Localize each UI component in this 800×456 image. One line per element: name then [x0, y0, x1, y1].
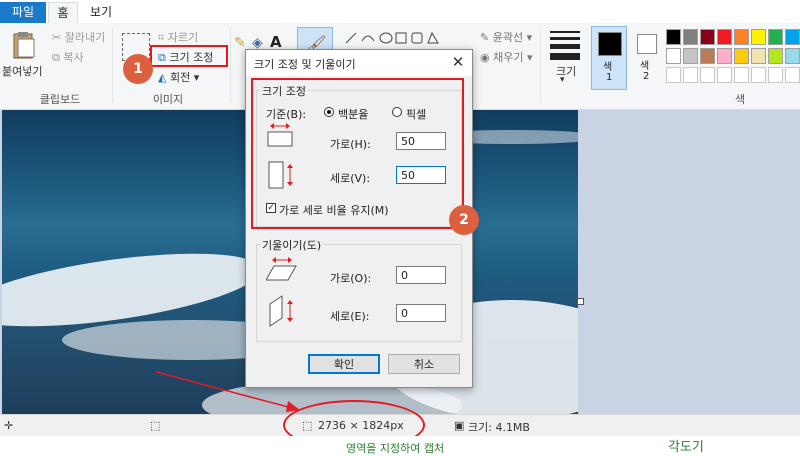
tab-view[interactable]: 보기 [86, 2, 116, 22]
outline-button[interactable]: ✎ 윤곽선 ▾ [480, 29, 532, 45]
vertical-skew-icon [269, 295, 293, 327]
size-dropdown-icon[interactable]: ▾ [560, 75, 565, 85]
selection-size-icon: ⬚ [150, 419, 161, 432]
palette-swatch[interactable] [700, 48, 715, 64]
palette-swatch[interactable] [768, 29, 783, 45]
capture-text: 영역을 지정하여 캡처 [346, 442, 445, 455]
palette-swatch[interactable] [751, 48, 766, 64]
palette-swatch[interactable] [666, 29, 681, 45]
ribbon-separator [540, 27, 541, 103]
rotate-button[interactable]: ◭ 회전 ▾ [158, 69, 199, 85]
resize-skew-dialog: 크기 조정 및 기울이기 ✕ 크기 조정 기준(B): 백분율 픽셀 가로(H)… [245, 49, 473, 388]
color-palette [666, 29, 800, 91]
palette-swatch[interactable] [734, 67, 749, 83]
canvas-resize-handle[interactable] [577, 298, 584, 305]
color1-swatch [598, 32, 622, 56]
color1-button[interactable]: 색 1 [591, 26, 627, 90]
file-size: 크기: 4.1MB [468, 421, 530, 434]
tab-file[interactable]: 파일 [0, 2, 46, 23]
annotation-badge-1: 1 [123, 54, 153, 84]
color2-number: 2 [643, 71, 650, 82]
fill-shape-label: 채우기 [493, 51, 524, 64]
skew-horizontal-label: 가로(O): [330, 272, 372, 285]
palette-swatch[interactable] [666, 48, 681, 64]
palette-swatch[interactable] [717, 67, 732, 83]
palette-swatch[interactable] [734, 29, 749, 45]
ribbon-tab-bar: 파일 홈 보기 [0, 0, 800, 24]
size-lines-icon[interactable] [550, 31, 580, 61]
disk-icon: ▣ [454, 419, 465, 432]
skew-horizontal-input[interactable]: 0 [396, 266, 446, 284]
color2-swatch [637, 34, 657, 54]
background-document: 영역을 지정하여 캡처 각도기 [0, 436, 800, 456]
resize-button[interactable]: ⧉ 크기 조정 [158, 49, 213, 65]
crop-button[interactable]: ⌗ 자르기 [158, 29, 198, 45]
palette-swatch[interactable] [683, 48, 698, 64]
rotate-icon: ◭ [158, 71, 167, 84]
outline-label: 윤곽선 [492, 31, 524, 44]
paste-button[interactable]: 붙여넣기 [2, 63, 42, 79]
palette-swatch[interactable] [734, 48, 749, 64]
outline-icon: ✎ [480, 31, 490, 44]
paste-icon [10, 31, 38, 61]
ok-button[interactable]: 확인 [308, 354, 380, 374]
palette-swatch[interactable] [700, 67, 715, 83]
color2-label: 색 [640, 61, 650, 72]
ribbon-separator [112, 27, 113, 103]
horizontal-skew-icon [266, 257, 297, 281]
resize-label: 크기 조정 [169, 51, 214, 64]
palette-swatch[interactable] [785, 48, 800, 64]
crop-icon: ⌗ [158, 31, 165, 44]
cut-button[interactable]: ✂ 잘라내기 [52, 29, 105, 45]
copy-icon: ⧉ [52, 51, 60, 64]
resize-section-highlight [251, 78, 464, 229]
colors-group-label: 색 [734, 93, 746, 106]
cursor-position-icon: ✛ [4, 419, 14, 432]
close-icon[interactable]: ✕ [450, 54, 466, 70]
ribbon-separator [230, 27, 231, 103]
crop-label: 자르기 [167, 31, 199, 44]
palette-swatch[interactable] [768, 48, 783, 64]
palette-swatch[interactable] [666, 67, 681, 83]
color1-number: 1 [606, 72, 613, 83]
palette-swatch[interactable] [785, 67, 800, 83]
palette-swatch[interactable] [785, 29, 800, 45]
color1-label: 색 [603, 62, 613, 73]
skew-vertical-input[interactable]: 0 [396, 304, 446, 322]
clipboard-group-label: 클립보드 [39, 93, 81, 106]
dialog-title: 크기 조정 및 기울이기 [254, 58, 356, 71]
palette-swatch[interactable] [700, 29, 715, 45]
palette-swatch[interactable] [683, 67, 698, 83]
resize-icon: ⧉ [158, 51, 166, 64]
palette-swatch[interactable] [717, 29, 732, 45]
palette-swatch[interactable] [768, 67, 783, 83]
cut-label: 잘라내기 [64, 31, 106, 44]
color2-button[interactable]: 색 2 [631, 26, 665, 88]
tab-home[interactable]: 홈 [48, 2, 78, 24]
palette-swatch[interactable] [683, 29, 698, 45]
cancel-button[interactable]: 취소 [388, 354, 460, 374]
rotate-label: 회전 [169, 71, 191, 84]
bucket-icon: ◉ [480, 51, 490, 64]
copy-button[interactable]: ⧉ 복사 [52, 49, 84, 65]
pencil-icon[interactable]: ✎ [234, 35, 246, 51]
image-group-label: 이미지 [152, 93, 184, 106]
angle-tool-text: 각도기 [668, 440, 704, 455]
palette-swatch[interactable] [751, 67, 766, 83]
scissors-icon: ✂ [52, 31, 62, 44]
fill-shape-button[interactable]: ◉ 채우기 ▾ [480, 49, 533, 65]
skew-vertical-label: 세로(E): [330, 310, 370, 323]
dialog-titlebar: 크기 조정 및 기울이기 ✕ [246, 50, 472, 76]
annotation-badge-2: 2 [449, 205, 479, 235]
copy-label: 복사 [63, 51, 84, 64]
skew-legend: 기울이기(도) [260, 237, 324, 253]
palette-swatch[interactable] [717, 48, 732, 64]
palette-swatch[interactable] [751, 29, 766, 45]
